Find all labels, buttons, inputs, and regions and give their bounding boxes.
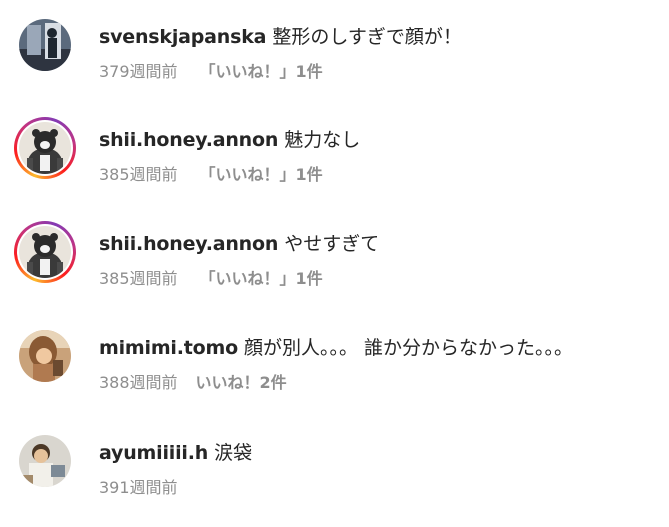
- comment-meta: 388週間前 いいね！2件: [99, 369, 287, 393]
- comment-meta: 385週間前 「いいね！」1件: [99, 265, 323, 289]
- avatar: [19, 19, 71, 71]
- username-link[interactable]: mimimi.tomo: [99, 337, 238, 359]
- avatar: [19, 435, 71, 487]
- comment-item: shii.honey.annon やせすぎて 385週間前 「いいね！」1件: [0, 221, 669, 311]
- comment-line: svenskjapanska 整形のしすぎで顔が！: [99, 22, 462, 49]
- avatar-link[interactable]: [14, 221, 76, 283]
- timestamp[interactable]: 388週間前: [99, 373, 178, 392]
- avatar: [19, 330, 71, 382]
- comment-text: やせすぎて: [284, 233, 380, 255]
- avatar-link[interactable]: [14, 430, 76, 492]
- comment-item: mimimi.tomo 顔が別人。。。 誰か分からなかった。。。 388週間前 いい…: [0, 325, 669, 415]
- comment-item: ayumiiiii.h 涙袋 391週間前: [0, 430, 669, 520]
- likes-count[interactable]: 「いいね！」1件: [200, 165, 323, 184]
- comment-line: shii.honey.annon 魅力なし: [99, 125, 360, 152]
- profile-photo-icon: [19, 330, 71, 382]
- likes-count[interactable]: 「いいね！」1件: [200, 62, 323, 81]
- timestamp[interactable]: 385週間前: [99, 269, 178, 288]
- comment-line: shii.honey.annon やせすぎて: [99, 229, 379, 256]
- avatar: [19, 122, 71, 174]
- username-link[interactable]: shii.honey.annon: [99, 233, 278, 255]
- timestamp[interactable]: 379週間前: [99, 62, 178, 81]
- timestamp[interactable]: 391週間前: [99, 478, 178, 497]
- username-link[interactable]: shii.honey.annon: [99, 129, 278, 151]
- profile-photo-icon: [19, 19, 71, 71]
- comment-text: 涙袋: [214, 442, 253, 464]
- likes-count[interactable]: いいね！2件: [196, 373, 287, 392]
- timestamp[interactable]: 385週間前: [99, 165, 178, 184]
- comment-item: shii.honey.annon 魅力なし 385週間前 「いいね！」1件: [0, 117, 669, 207]
- comment-item: svenskjapanska 整形のしすぎで顔が！ 379週間前 「いいね！」1件: [0, 14, 669, 104]
- avatar-link[interactable]: [14, 325, 76, 387]
- comment-text: 魅力なし: [284, 129, 361, 151]
- comment-text: 整形のしすぎで顔が！: [272, 26, 462, 48]
- username-link[interactable]: svenskjapanska: [99, 26, 267, 48]
- username-link[interactable]: ayumiiiii.h: [99, 442, 208, 464]
- avatar: [19, 226, 71, 278]
- profile-photo-icon: [19, 435, 71, 487]
- bear-avatar-icon: [19, 122, 71, 174]
- likes-count[interactable]: 「いいね！」1件: [200, 269, 323, 288]
- comment-line: mimimi.tomo 顔が別人。。。 誰か分からなかった。。。: [99, 333, 573, 360]
- avatar-link[interactable]: [14, 14, 76, 76]
- comment-meta: 379週間前 「いいね！」1件: [99, 58, 323, 82]
- comment-meta: 385週間前 「いいね！」1件: [99, 161, 323, 185]
- comment-text: 顔が別人。。。 誰か分からなかった。。。: [243, 337, 573, 359]
- bear-avatar-icon: [19, 226, 71, 278]
- comment-line: ayumiiiii.h 涙袋: [99, 438, 252, 465]
- avatar-link[interactable]: [14, 117, 76, 179]
- comment-meta: 391週間前: [99, 474, 178, 498]
